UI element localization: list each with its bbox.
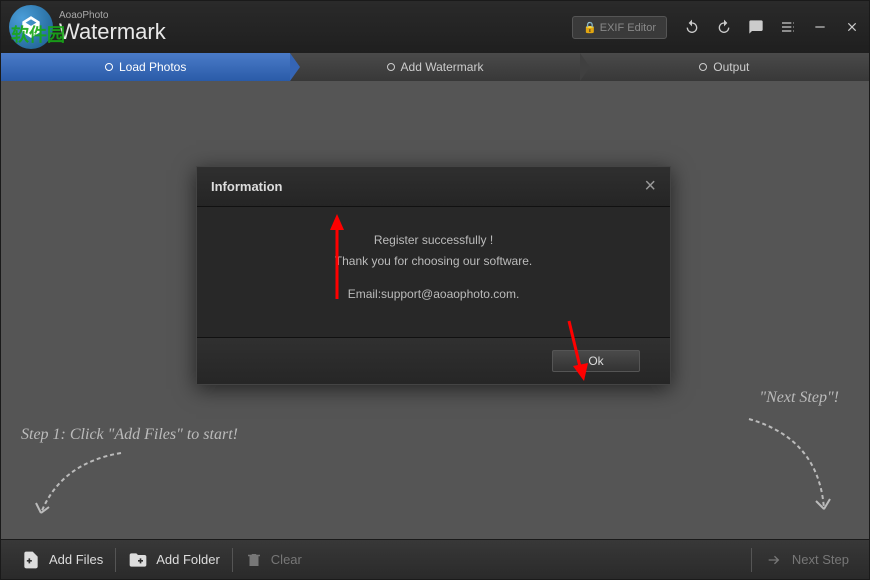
hint-add-files: Step 1: Click "Add Files" to start! xyxy=(21,426,238,444)
hint-next-step: "Next Step"! xyxy=(759,389,839,407)
clear-button[interactable]: Clear xyxy=(233,545,314,575)
dialog-close-icon[interactable]: × xyxy=(644,175,656,198)
app-logo-text: AoaoPhoto Watermark xyxy=(59,11,166,43)
dialog-footer: Ok xyxy=(197,337,670,384)
step-load-photos[interactable]: Load Photos xyxy=(1,53,290,81)
app-logo-icon xyxy=(9,5,53,49)
step-add-watermark[interactable]: Add Watermark xyxy=(290,53,579,81)
app-logo-area: AoaoPhoto Watermark xyxy=(9,5,166,49)
add-files-button[interactable]: Add Files xyxy=(9,544,115,576)
brand-big: Watermark xyxy=(59,21,166,43)
titlebar: AoaoPhoto Watermark 🔒 EXIF Editor xyxy=(1,1,869,53)
steps-bar: Load Photos Add Watermark Output xyxy=(1,53,869,81)
step-output[interactable]: Output xyxy=(580,53,869,81)
exif-editor-button[interactable]: 🔒 EXIF Editor xyxy=(572,16,667,39)
undo-icon[interactable] xyxy=(683,18,701,36)
feedback-icon[interactable] xyxy=(747,18,765,36)
dialog-title: Information xyxy=(211,179,644,194)
dialog-email: Email:support@aoaophoto.com. xyxy=(217,285,650,304)
dialog-titlebar: Information × xyxy=(197,167,670,207)
dialog-message-line2: Thank you for choosing our software. xyxy=(217,252,650,271)
hint-arrow-left-icon xyxy=(21,443,141,523)
add-folder-icon xyxy=(128,550,148,570)
radio-icon xyxy=(699,63,707,71)
bottombar: Add Files Add Folder Clear Next Step xyxy=(1,539,869,579)
add-folder-button[interactable]: Add Folder xyxy=(116,544,232,576)
close-button[interactable] xyxy=(843,18,861,36)
trash-icon xyxy=(245,551,263,569)
dialog-message-line1: Register successfully ! xyxy=(217,231,650,250)
ok-button[interactable]: Ok xyxy=(552,350,640,372)
radio-icon xyxy=(387,63,395,71)
next-step-button[interactable]: Next Step xyxy=(752,546,861,574)
hint-arrow-right-icon xyxy=(729,409,849,519)
add-file-icon xyxy=(21,550,41,570)
lock-icon: 🔒 xyxy=(583,22,597,34)
redo-icon[interactable] xyxy=(715,18,733,36)
next-arrow-icon xyxy=(764,552,784,568)
settings-icon[interactable] xyxy=(779,18,797,36)
information-dialog: Information × Register successfully ! Th… xyxy=(196,166,671,385)
window-controls xyxy=(683,18,861,36)
radio-icon xyxy=(105,63,113,71)
dialog-body: Register successfully ! Thank you for ch… xyxy=(197,207,670,337)
minimize-button[interactable] xyxy=(811,18,829,36)
